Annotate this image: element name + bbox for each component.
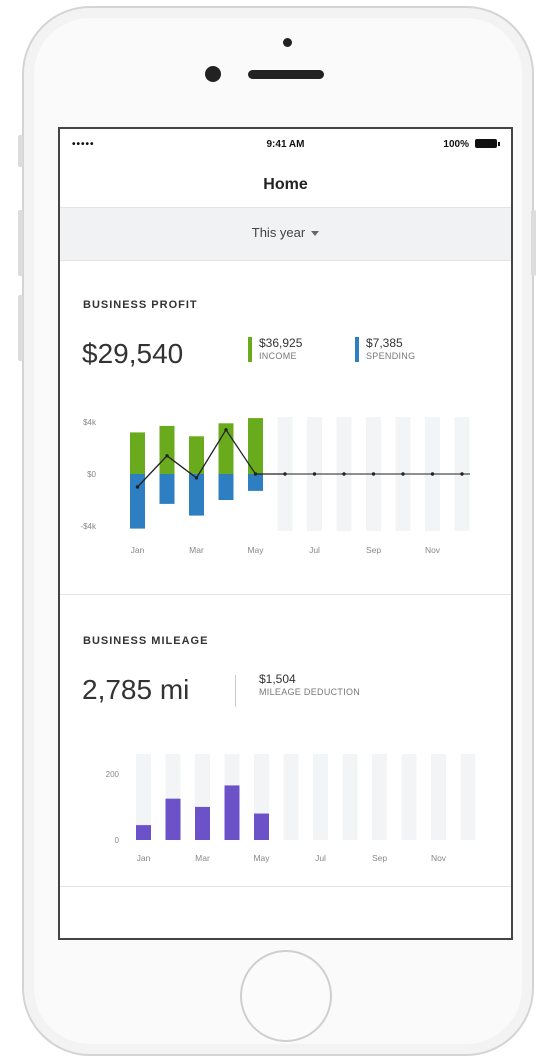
- filter-bar: This year: [60, 208, 511, 261]
- empty-month-bar: [283, 754, 299, 840]
- mileage-bar: [254, 813, 269, 840]
- profit-point: [224, 428, 228, 432]
- volume-down-button: [18, 295, 23, 361]
- empty-month-bar: [401, 754, 417, 840]
- mileage-bar: [136, 825, 151, 840]
- profit-point: [312, 472, 317, 476]
- y-tick-label: $0: [87, 470, 96, 479]
- navigation-bar: Home: [60, 163, 511, 208]
- spending-value: $7,385: [366, 336, 403, 350]
- y-tick-label: 200: [106, 770, 120, 779]
- profit-point: [460, 472, 464, 476]
- profit-point: [430, 472, 435, 476]
- spending-bar: [248, 474, 263, 491]
- income-stat: $36,925 INCOME: [248, 337, 302, 362]
- mute-switch: [18, 135, 23, 167]
- profit-point: [194, 476, 199, 480]
- profit-total: $29,540: [82, 338, 184, 369]
- y-tick-label: $4k: [83, 418, 97, 427]
- mileage-bar: [224, 785, 240, 840]
- section-divider-bottom: [60, 886, 511, 887]
- profit-point: [135, 485, 140, 489]
- x-tick-label: Mar: [189, 545, 204, 555]
- empty-month-bar: [431, 754, 446, 840]
- x-tick-label: Jul: [309, 545, 320, 555]
- page-title: Home: [263, 176, 308, 193]
- x-tick-label: Nov: [425, 545, 441, 555]
- profit-chart: $4k $0 -$4k Jan Mar May Jul Sep Nov: [80, 417, 470, 555]
- power-button: [531, 210, 536, 276]
- empty-month-bar: [313, 754, 328, 840]
- profit-point: [253, 472, 258, 476]
- empty-month-bar: [342, 754, 358, 840]
- income-bar: [130, 432, 145, 474]
- front-camera: [205, 66, 221, 82]
- income-bar: [159, 425, 175, 474]
- x-tick-label: Sep: [372, 853, 387, 863]
- mileage-bar: [195, 806, 210, 840]
- empty-month-bar: [460, 754, 476, 840]
- battery-icon: [475, 139, 500, 148]
- x-tick-label: Jan: [137, 853, 151, 863]
- x-tick-label: Jul: [315, 853, 326, 863]
- proximity-sensor: [283, 38, 292, 47]
- chevron-down-icon: [311, 231, 320, 237]
- deduction-value: $1,504: [259, 672, 296, 686]
- date-range-label: This year: [251, 225, 306, 240]
- y-tick-label: -$4k: [80, 522, 97, 531]
- mileage-total: 2,785 mi: [82, 674, 190, 705]
- x-tick-label: Nov: [431, 853, 447, 863]
- date-range-dropdown[interactable]: This year: [60, 225, 511, 240]
- status-bar: ••••• 9:41 AM 100%: [60, 129, 511, 163]
- volume-up-button: [18, 210, 23, 276]
- spending-stat: $7,385 SPENDING: [355, 337, 415, 362]
- mileage-section-title: BUSINESS MILEAGE: [83, 635, 209, 647]
- app-screen: ••••• 9:41 AM 100% Home This year BUSINE…: [58, 127, 513, 940]
- profit-point: [342, 472, 346, 476]
- mileage-chart: 200 0 Jan Mar May Jul Sep Nov: [106, 754, 476, 863]
- x-tick-label: May: [247, 545, 264, 555]
- section-divider: [60, 594, 511, 595]
- earpiece-speaker: [248, 70, 324, 79]
- spending-bar: [159, 474, 175, 504]
- battery-percentage: 100%: [443, 139, 469, 150]
- spending-bar: [189, 474, 204, 516]
- mileage-bar: [165, 798, 181, 840]
- profit-point: [371, 472, 376, 476]
- deduction-label: MILEAGE DEDUCTION: [259, 687, 361, 697]
- spending-label: SPENDING: [366, 351, 416, 361]
- x-tick-label: May: [253, 853, 270, 863]
- y-tick-label: 0: [115, 836, 120, 845]
- income-label: INCOME: [259, 351, 297, 361]
- profit-point: [401, 472, 405, 476]
- income-value: $36,925: [259, 336, 303, 350]
- x-tick-label: Sep: [366, 545, 381, 555]
- profit-point: [283, 472, 287, 476]
- stat-divider: [235, 675, 236, 707]
- x-tick-label: Mar: [195, 853, 210, 863]
- profit-section-title: BUSINESS PROFIT: [83, 299, 198, 311]
- profit-point: [165, 454, 169, 458]
- empty-month-bar: [372, 754, 387, 840]
- home-button[interactable]: [240, 950, 332, 1042]
- x-tick-label: Jan: [131, 545, 145, 555]
- mileage-deduction: $1,504 MILEAGE DEDUCTION: [259, 673, 360, 698]
- spending-bar: [218, 474, 234, 500]
